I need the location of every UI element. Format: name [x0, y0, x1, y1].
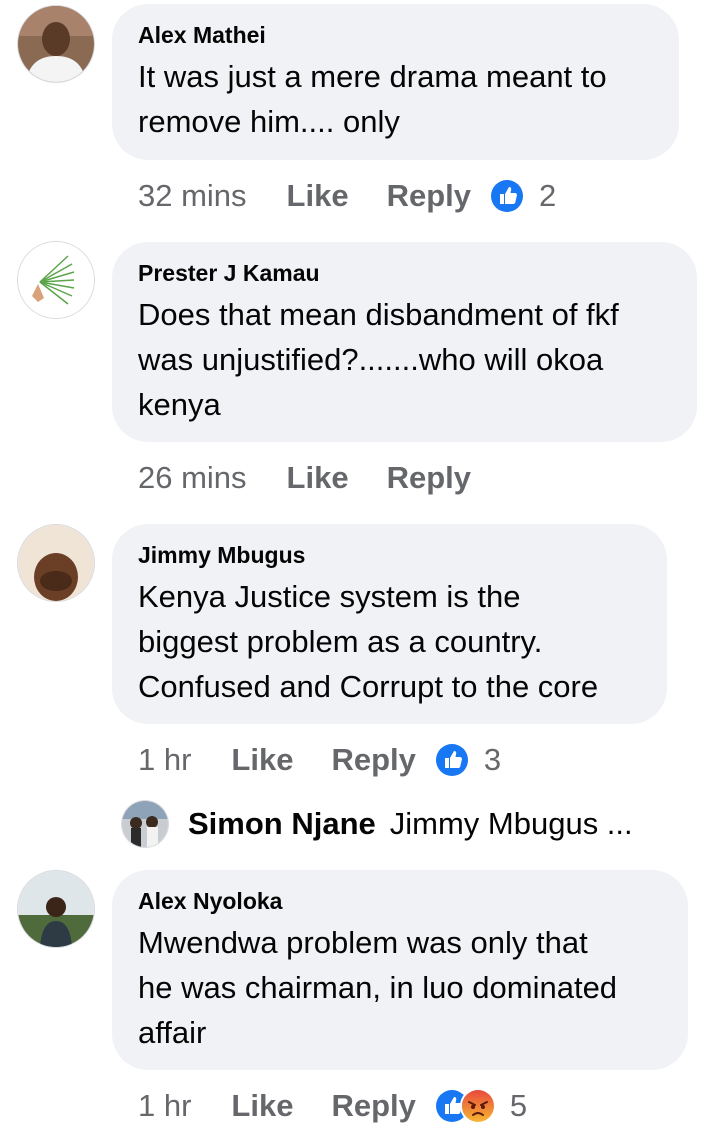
comment-text: Kenya Justice system is the biggest prob… [138, 579, 599, 704]
comment-timestamp[interactable]: 26 mins [138, 460, 247, 496]
comment-text: Does that mean disbandment of fkf was un… [138, 297, 619, 422]
reply-preview[interactable]: Simon Njane Jimmy Mbugus ... [122, 800, 633, 848]
like-button[interactable]: Like [287, 178, 349, 214]
comment-bubble: Jimmy Mbugus Kenya Justice system is the… [112, 524, 667, 724]
reaction-summary[interactable]: 3 [433, 742, 502, 778]
angry-icon [459, 1088, 496, 1124]
avatar-prester-j-kamau[interactable] [18, 242, 94, 318]
comment-timestamp[interactable]: 32 mins [138, 178, 247, 214]
like-button[interactable]: Like [231, 742, 293, 778]
comment-author[interactable]: Alex Nyoloka [138, 886, 664, 916]
comment-bubble: Prester J Kamau Does that mean disbandme… [112, 242, 697, 442]
reply-button[interactable]: Reply [331, 1088, 415, 1124]
reply-button[interactable]: Reply [387, 460, 471, 496]
comment-actions: 32 mins Like Reply 2 [138, 176, 556, 216]
comment-author[interactable]: Alex Mathei [138, 20, 655, 50]
like-icon [433, 742, 470, 778]
comment-author[interactable]: Jimmy Mbugus [138, 540, 643, 570]
reply-snippet[interactable]: Jimmy Mbugus ... [390, 806, 633, 842]
avatar-alex-mathei[interactable] [18, 6, 94, 82]
comment-actions: 1 hr Like Reply 3 [138, 740, 501, 780]
avatar-alex-nyoloka[interactable] [18, 871, 94, 947]
comment-author[interactable]: Prester J Kamau [138, 258, 673, 288]
reaction-count: 2 [539, 178, 557, 213]
reply-author[interactable]: Simon Njane [188, 806, 376, 842]
reaction-count: 3 [483, 742, 502, 777]
comment-bubble: Alex Nyoloka Mwendwa problem was only th… [112, 870, 688, 1070]
comment-timestamp[interactable]: 1 hr [138, 742, 191, 778]
comment-actions: 1 hr Like Reply 5 [138, 1086, 527, 1126]
comment-actions: 26 mins Like Reply [138, 458, 509, 498]
comment-text: Mwendwa problem was only that he was cha… [138, 925, 618, 1050]
like-button[interactable]: Like [231, 1088, 293, 1124]
comment-text: It was just a mere drama meant to remove… [138, 59, 607, 139]
like-icon [489, 178, 525, 214]
reply-button[interactable]: Reply [387, 178, 471, 214]
comment-timestamp[interactable]: 1 hr [138, 1088, 191, 1124]
avatar-simon-njane[interactable] [122, 801, 168, 847]
reaction-summary[interactable]: 5 [433, 1088, 528, 1124]
reaction-count: 5 [509, 1088, 528, 1123]
reaction-summary[interactable]: 2 [489, 178, 556, 214]
avatar-jimmy-mbugus[interactable] [18, 525, 94, 601]
reply-button[interactable]: Reply [331, 742, 415, 778]
like-button[interactable]: Like [287, 460, 349, 496]
comment-bubble: Alex Mathei It was just a mere drama mea… [112, 4, 679, 160]
